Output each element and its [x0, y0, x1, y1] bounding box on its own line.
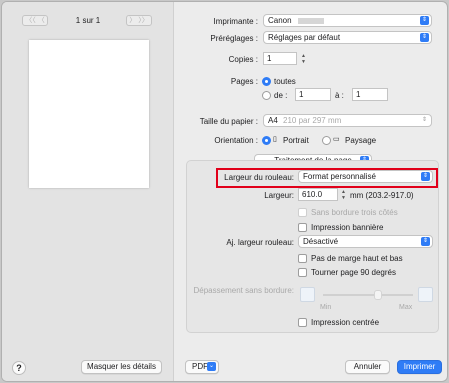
page-count: 1 sur 1 [75, 16, 101, 25]
roll-width-highlight [216, 168, 438, 188]
adjust-roll-width-label: Aj. largeur rouleau: [226, 238, 294, 247]
rotate-label: Tourner page 90 degrés [311, 268, 396, 277]
small-overflow-icon [300, 287, 315, 302]
orientation-portrait-label: Portrait [283, 136, 309, 145]
adjust-roll-width-value: Désactivé [303, 237, 339, 246]
no-margin-label: Pas de marge haut et bas [311, 254, 403, 263]
pages-to-field[interactable]: 1 [352, 88, 388, 101]
paper-size-dims: 210 par 297 mm [283, 116, 342, 125]
borderless-three-label: Sans bordure trois côtés [311, 208, 398, 217]
width-field[interactable]: 610.0 [298, 188, 338, 201]
orientation-landscape-radio[interactable] [322, 136, 331, 145]
slider-max-label: Max [399, 304, 413, 311]
pdf-label: PDF [192, 362, 208, 371]
rotate-checkbox[interactable] [298, 268, 307, 277]
presets-value: Réglages par défaut [268, 33, 341, 42]
pages-range-radio[interactable] [262, 91, 271, 100]
paper-size-select[interactable]: A4 210 par 297 mm ⇕ [263, 114, 432, 127]
hide-details-button[interactable]: Masquer les détails [81, 360, 162, 374]
pages-label: Pages : [230, 77, 258, 86]
copies-label: Copies : [228, 55, 258, 64]
pdf-menu-button[interactable]: PDF ⌄ [185, 360, 219, 374]
portrait-icon: ▯ [273, 136, 277, 143]
orientation-landscape-label: Paysage [345, 136, 377, 145]
orientation-portrait-radio[interactable] [262, 136, 271, 145]
overflow-slider-track [323, 294, 413, 296]
printer-model-redacted [297, 17, 324, 24]
page-preview [29, 40, 149, 188]
printer-select[interactable]: Canon ⇕ [263, 14, 432, 27]
pages-all-radio[interactable] [262, 77, 271, 86]
next-page-button[interactable]: 〉 〉〉 [126, 15, 152, 26]
pages-from-label: de : [274, 91, 288, 100]
chevron-down-icon: ⌄ [207, 362, 216, 371]
pages-all-label: toutes [274, 77, 296, 86]
printer-label: Imprimante : [213, 17, 258, 26]
orientation-label: Orientation : [214, 136, 258, 145]
no-margin-checkbox[interactable] [298, 254, 307, 263]
centered-label: Impression centrée [311, 318, 380, 327]
copies-stepper[interactable]: ▲ ▼ [300, 53, 307, 65]
width-stepper[interactable]: ▲ ▼ [340, 189, 347, 201]
presets-select[interactable]: Réglages par défaut ⇕ [263, 31, 432, 44]
slider-min-label: Min [320, 304, 332, 311]
adjust-roll-width-select[interactable]: Désactivé ⇕ [298, 235, 433, 248]
chevron-updown-icon: ⇕ [420, 16, 429, 25]
width-unit: mm (203.2-917.0) [350, 191, 414, 200]
print-button[interactable]: Imprimer [397, 360, 442, 374]
centered-checkbox[interactable] [298, 318, 307, 327]
chevron-updown-icon: ⇕ [420, 33, 429, 42]
previous-page-button[interactable]: 〈〈 〈 [22, 15, 48, 26]
cancel-button[interactable]: Annuler [345, 360, 390, 374]
borderless-overflow-label: Dépassement sans bordure: [193, 286, 295, 295]
paper-size-label: Taille du papier : [199, 117, 258, 126]
chevron-updown-icon: ⇕ [420, 116, 429, 125]
landscape-icon: ▭ [333, 136, 340, 143]
pages-from-field[interactable]: 1 [295, 88, 331, 101]
overflow-slider-knob[interactable] [374, 290, 382, 300]
presets-label: Préréglages : [210, 34, 258, 43]
help-button[interactable]: ? [12, 361, 26, 375]
borderless-three-checkbox[interactable] [298, 208, 307, 217]
pages-to-label: à : [335, 91, 344, 100]
copies-field[interactable]: 1 [263, 52, 297, 65]
large-overflow-icon [418, 287, 433, 302]
paper-size-value: A4 [268, 116, 278, 125]
printer-value: Canon [268, 16, 292, 25]
banner-checkbox[interactable] [298, 223, 307, 232]
banner-label: Impression bannière [311, 223, 384, 232]
print-dialog: 〈〈 〈 1 sur 1 〉 〉〉 ? Masquer les détails … [1, 1, 448, 382]
preview-pane: 〈〈 〈 1 sur 1 〉 〉〉 ? Masquer les détails [2, 2, 174, 381]
chevron-updown-icon: ⇕ [421, 237, 430, 246]
width-label: Largeur: [264, 191, 294, 200]
